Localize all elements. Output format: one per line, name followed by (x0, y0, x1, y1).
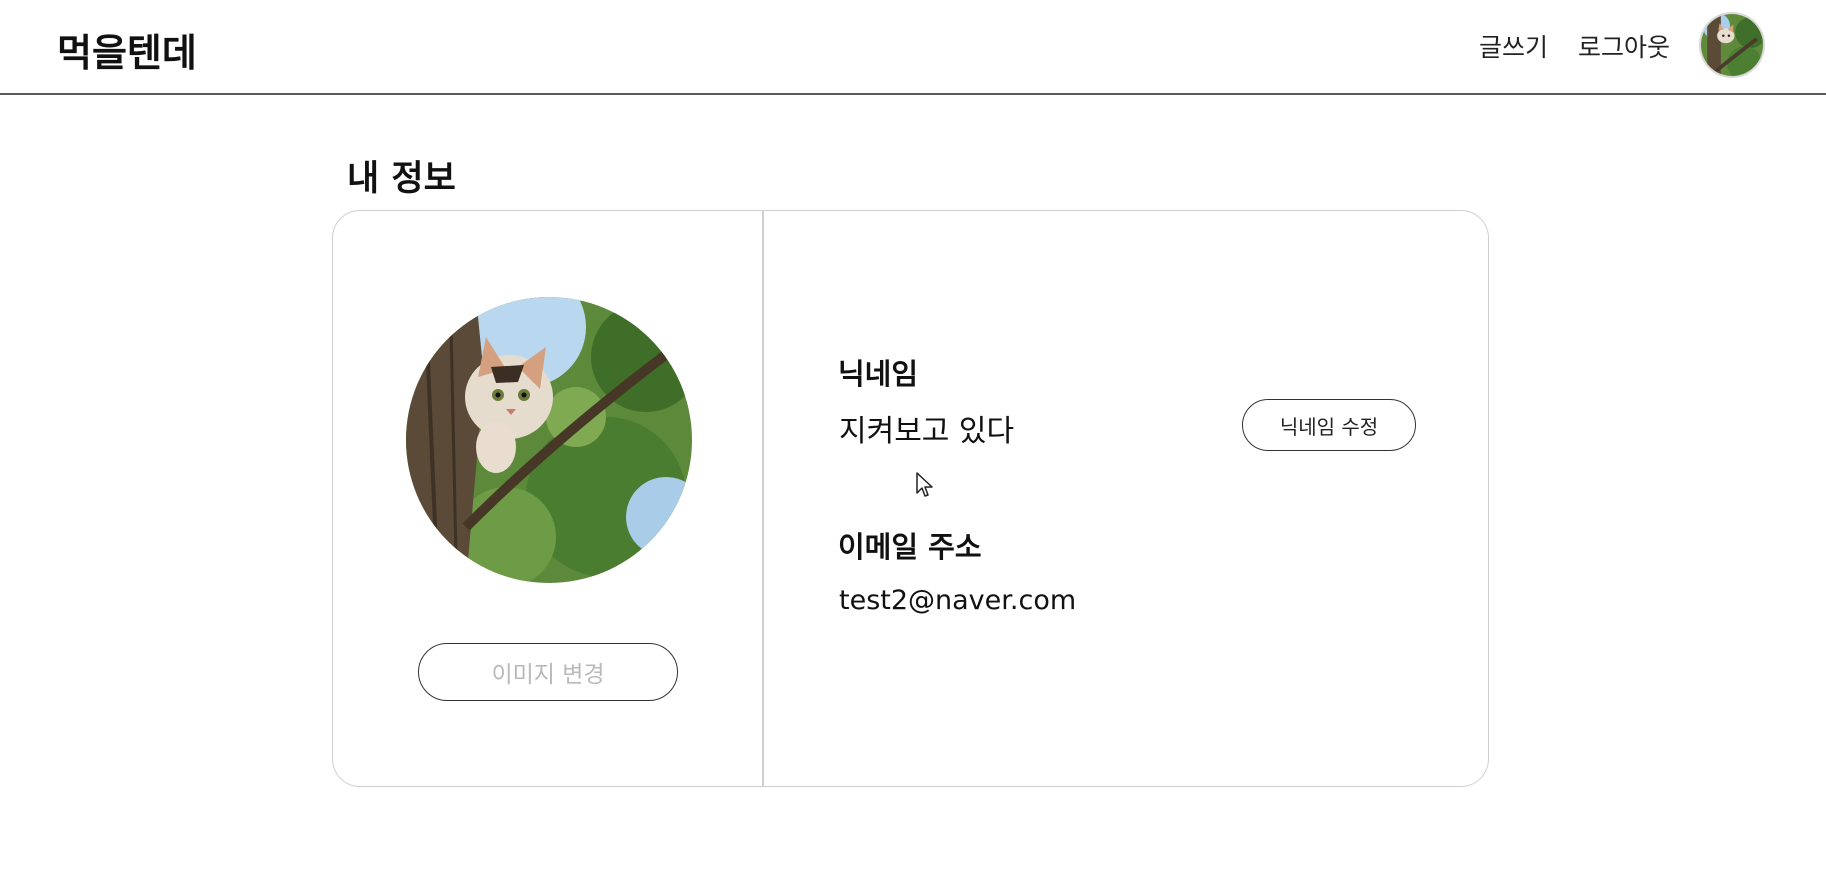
change-image-button[interactable]: 이미지 변경 (418, 643, 678, 701)
mouse-cursor-icon (916, 472, 933, 497)
top-navigation-bar: 먹을텐데 글쓰기 로그아웃 (0, 0, 1826, 95)
avatar[interactable] (1699, 12, 1765, 78)
page-title: 내 정보 (347, 159, 456, 199)
nickname-label: 닉네임 (838, 357, 919, 391)
cat-photo-icon (406, 297, 692, 583)
email-value: test2@naver.com (839, 585, 1077, 616)
profile-avatar-icon (1701, 14, 1763, 76)
card-divider (762, 211, 764, 786)
profile-card: 이미지 변경 닉네임 지켜보고 있다 닉네임 수정 이메일 주소 test2@n… (332, 210, 1489, 787)
profile-image (406, 297, 692, 583)
edit-nickname-button[interactable]: 닉네임 수정 (1242, 399, 1416, 451)
site-logo[interactable]: 먹을텐데 (57, 22, 197, 77)
email-label: 이메일 주소 (838, 530, 982, 564)
nickname-value: 지켜보고 있다 (839, 414, 1015, 449)
logout-link[interactable]: 로그아웃 (1578, 28, 1670, 64)
write-link[interactable]: 글쓰기 (1479, 28, 1548, 64)
